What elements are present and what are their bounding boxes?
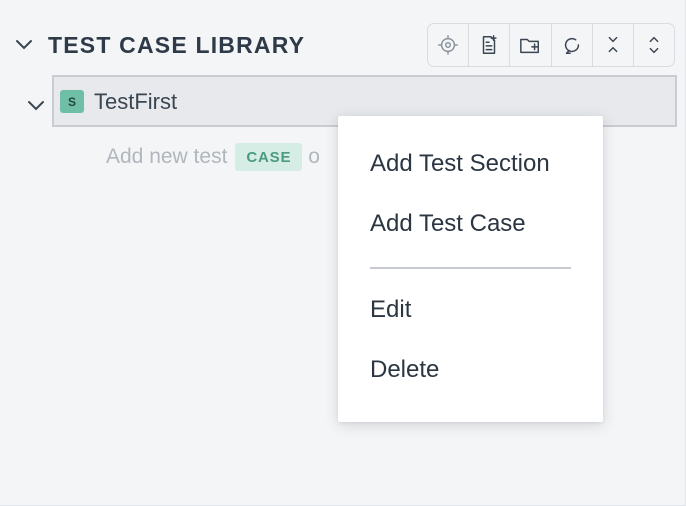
chevron-down-icon[interactable] bbox=[13, 34, 35, 56]
section-badge: S bbox=[60, 90, 84, 113]
menu-item-edit[interactable]: Edit bbox=[370, 296, 411, 324]
test-case-library-panel: TEST CASE LIBRARY S TestFirst Add new te… bbox=[0, 0, 686, 506]
library-toolbar bbox=[427, 23, 675, 67]
menu-item-add-test-case[interactable]: Add Test Case bbox=[370, 210, 526, 238]
menu-item-delete[interactable]: Delete bbox=[370, 356, 439, 384]
refresh-icon bbox=[564, 37, 579, 54]
library-header: TEST CASE LIBRARY bbox=[0, 22, 686, 68]
add-file-icon bbox=[483, 35, 497, 54]
locate-button[interactable] bbox=[428, 24, 470, 66]
refresh-button[interactable] bbox=[552, 24, 593, 66]
collapse-all-button[interactable] bbox=[593, 24, 634, 66]
case-tag: CASE bbox=[235, 143, 303, 171]
menu-item-add-test-section[interactable]: Add Test Section bbox=[370, 150, 550, 178]
collapse-all-icon bbox=[608, 36, 618, 53]
locate-icon bbox=[438, 35, 458, 55]
add-folder-icon bbox=[520, 38, 540, 54]
expand-all-button[interactable] bbox=[634, 24, 674, 66]
add-section-button[interactable] bbox=[510, 24, 552, 66]
tree-node-label: TestFirst bbox=[94, 89, 178, 114]
add-test-case-button[interactable] bbox=[469, 24, 511, 66]
add-new-test-suffix: o bbox=[308, 145, 320, 168]
add-new-test-text: Add new test bbox=[106, 145, 228, 168]
tree-node-chevron-down-icon[interactable] bbox=[25, 95, 47, 117]
add-new-test-case-row[interactable]: Add new test CASE o bbox=[106, 142, 320, 172]
page-title: TEST CASE LIBRARY bbox=[48, 32, 306, 58]
context-menu: Add Test Section Add Test Case Edit Dele… bbox=[338, 116, 603, 422]
menu-divider bbox=[370, 267, 571, 269]
expand-all-icon bbox=[649, 36, 659, 54]
